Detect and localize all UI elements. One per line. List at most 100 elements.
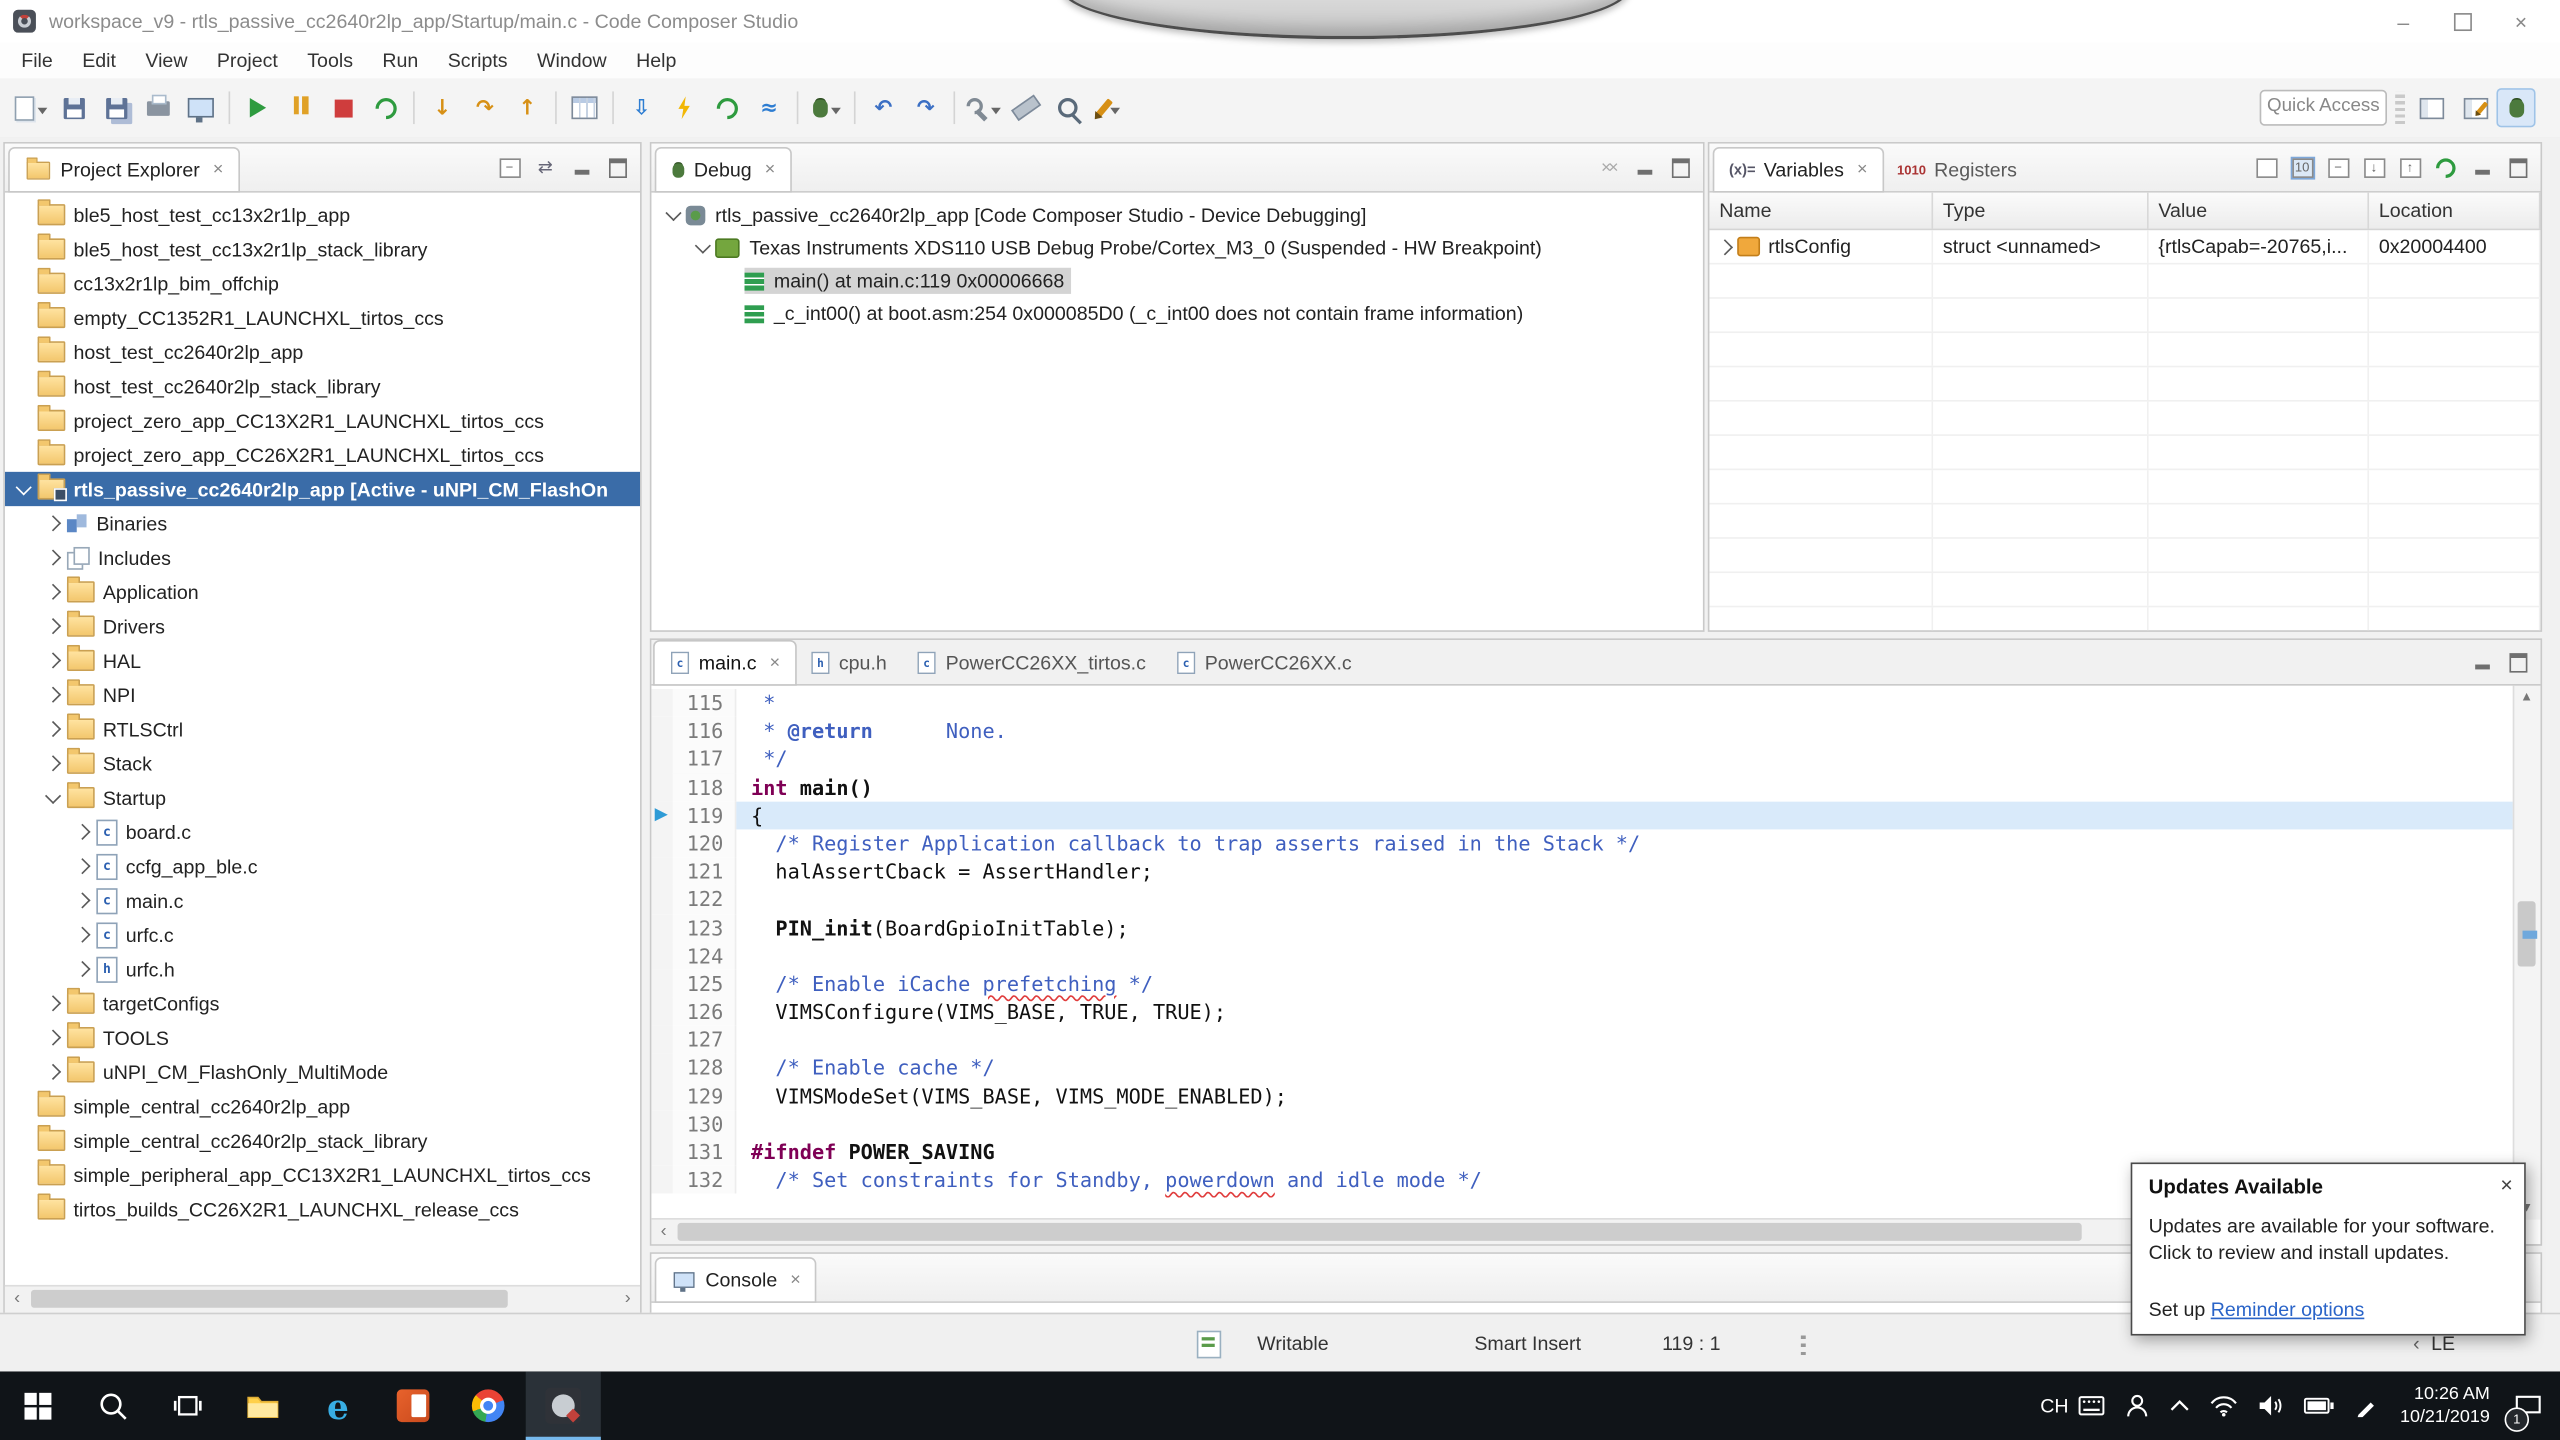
- debug-tree-item[interactable]: main() at main.c:119 0x00006668: [651, 264, 1702, 297]
- code-line[interactable]: 123 PIN_init(BoardGpioInitTable);: [651, 913, 2514, 941]
- hscroll-thumb[interactable]: [31, 1290, 508, 1308]
- tab-registers[interactable]: 1010 Registers: [1882, 149, 2031, 191]
- action-center-icon[interactable]: 1: [2503, 1371, 2554, 1440]
- annotation-gutter[interactable]: [651, 1166, 672, 1194]
- debug-tree-item[interactable]: _c_int00() at boot.asm:254 0x000085D0 (_…: [651, 297, 1702, 330]
- code-line[interactable]: 115 *: [651, 689, 2514, 717]
- menu-file[interactable]: File: [7, 42, 68, 78]
- code-line[interactable]: 130: [651, 1110, 2514, 1138]
- annotation-gutter[interactable]: [651, 913, 672, 941]
- minimize-icon[interactable]: [567, 154, 596, 180]
- scroll-left-icon[interactable]: ‹: [651, 1220, 675, 1244]
- new-file-icon[interactable]: [11, 88, 50, 127]
- annotation-gutter[interactable]: [651, 829, 672, 857]
- chevron-right-icon[interactable]: [70, 895, 94, 906]
- open-display-icon[interactable]: [181, 88, 220, 127]
- code-line[interactable]: 127: [651, 1026, 2514, 1054]
- taskbar-chrome-icon[interactable]: [451, 1371, 526, 1440]
- highlight-icon[interactable]: [1091, 88, 1130, 127]
- tree-item[interactable]: Binaries: [5, 506, 640, 540]
- column-header-location[interactable]: Location: [2369, 193, 2540, 229]
- chevron-down-icon[interactable]: [11, 486, 35, 493]
- editor-tab-main-c[interactable]: cmain.c×: [655, 642, 795, 684]
- debug-tree-item[interactable]: Texas Instruments XDS110 USB Debug Probe…: [651, 232, 1702, 265]
- step-back-icon[interactable]: ↶: [864, 88, 903, 127]
- editor-tab-powercc26xx-tirtos-c[interactable]: cPowerCC26XX_tirtos.c: [901, 642, 1160, 684]
- menu-project[interactable]: Project: [202, 42, 292, 78]
- annotation-gutter[interactable]: [651, 1026, 672, 1054]
- editor-vscrollbar[interactable]: ▲ ▼: [2513, 686, 2541, 1220]
- code-line[interactable]: 121 halAssertCback = AssertHandler;: [651, 857, 2514, 885]
- annotation-gutter[interactable]: [651, 942, 672, 970]
- project-explorer-hscrollbar[interactable]: ‹ ›: [5, 1285, 640, 1313]
- chevron-right-icon[interactable]: [41, 552, 65, 563]
- chevron-right-icon[interactable]: [70, 963, 94, 974]
- chevron-right-icon[interactable]: [70, 826, 94, 837]
- chevron-right-icon[interactable]: [70, 860, 94, 871]
- open-perspective-icon[interactable]: [2411, 88, 2450, 127]
- taskbar-ccs-icon[interactable]: [526, 1371, 601, 1440]
- debug-tree[interactable]: rtls_passive_cc2640r2lp_app [Code Compos…: [651, 193, 1702, 631]
- memory-browser-icon[interactable]: [565, 88, 604, 127]
- tree-item[interactable]: hurfc.h: [5, 952, 640, 986]
- code-line[interactable]: 116 * @return None.: [651, 717, 2514, 745]
- resume-icon[interactable]: [238, 88, 277, 127]
- search-icon[interactable]: [1048, 88, 1087, 127]
- tree-item[interactable]: simple_peripheral_app_CC13X2R1_LAUNCHXL_…: [5, 1158, 640, 1192]
- close-window-button[interactable]: ×: [2492, 0, 2551, 42]
- chevron-right-icon[interactable]: [1717, 238, 1733, 254]
- tree-item[interactable]: Drivers: [5, 609, 640, 643]
- tree-item[interactable]: uNPI_CM_FlashOnly_MultiMode: [5, 1055, 640, 1089]
- tree-item[interactable]: cccfg_app_ble.c: [5, 849, 640, 883]
- annotation-gutter[interactable]: [651, 998, 672, 1026]
- taskbar-file-explorer-icon[interactable]: [225, 1371, 300, 1440]
- chevron-up-icon[interactable]: [2160, 1371, 2199, 1440]
- tree-item[interactable]: rtls_passive_cc2640r2lp_app [Active - uN…: [5, 472, 640, 506]
- column-header-value[interactable]: Value: [2149, 193, 2369, 229]
- taskbar-office-icon[interactable]: [376, 1371, 451, 1440]
- reminder-options-link[interactable]: Reminder options: [2211, 1298, 2365, 1321]
- wifi-icon[interactable]: [2199, 1371, 2248, 1440]
- debug-tree-item[interactable]: rtls_passive_cc2640r2lp_app [Code Compos…: [651, 199, 1702, 232]
- tab-variables[interactable]: (x)= Variables ×: [1714, 149, 1882, 191]
- chevron-right-icon[interactable]: [41, 1066, 65, 1077]
- tab-project-explorer[interactable]: Project Explorer ×: [10, 149, 238, 191]
- menu-scripts[interactable]: Scripts: [433, 42, 522, 78]
- chevron-right-icon[interactable]: [70, 929, 94, 940]
- column-header-type[interactable]: Type: [1933, 193, 2149, 229]
- tree-item[interactable]: ble5_host_test_cc13x2r1lp_app: [5, 198, 640, 232]
- chevron-right-icon[interactable]: [41, 586, 65, 597]
- step-return-icon[interactable]: ↑: [508, 88, 547, 127]
- chevron-down-icon[interactable]: [691, 245, 715, 252]
- debug-config-icon[interactable]: [807, 88, 846, 127]
- code-line[interactable]: 118int main(): [651, 773, 2514, 801]
- restart-icon[interactable]: [366, 88, 405, 127]
- tree-item[interactable]: host_test_cc2640r2lp_app: [5, 335, 640, 369]
- battery-icon[interactable]: [2294, 1371, 2345, 1440]
- close-icon[interactable]: ×: [213, 160, 224, 180]
- taskbar-edge-icon[interactable]: e: [300, 1371, 375, 1440]
- print-icon[interactable]: [139, 88, 178, 127]
- chevron-right-icon[interactable]: [41, 998, 65, 1009]
- terminate-icon[interactable]: [323, 88, 362, 127]
- tree-item[interactable]: Stack: [5, 746, 640, 780]
- load-program-icon[interactable]: ⇩: [622, 88, 661, 127]
- refresh-icon[interactable]: [707, 88, 746, 127]
- maximize-window-button[interactable]: [2433, 0, 2492, 42]
- editor-tab-powercc26xx-c[interactable]: cPowerCC26XX.c: [1161, 642, 1367, 684]
- tree-item[interactable]: project_zero_app_CC26X2R1_LAUNCHXL_tirto…: [5, 438, 640, 472]
- tree-item[interactable]: Startup: [5, 780, 640, 814]
- ccs-debug-perspective-icon[interactable]: [2496, 88, 2535, 127]
- chevron-right-icon[interactable]: [41, 723, 65, 734]
- code-line[interactable]: 120 /* Register Application callback to …: [651, 829, 2514, 857]
- volume-icon[interactable]: [2248, 1371, 2294, 1440]
- chevron-right-icon[interactable]: [41, 655, 65, 666]
- measure-icon[interactable]: [1006, 88, 1045, 127]
- close-icon[interactable]: ×: [2500, 1172, 2512, 1196]
- annotation-gutter[interactable]: [651, 1138, 672, 1166]
- maximize-icon[interactable]: [2503, 649, 2532, 675]
- import-icon[interactable]: ↓: [2359, 154, 2388, 180]
- annotation-gutter[interactable]: [651, 885, 672, 913]
- tree-item[interactable]: simple_central_cc2640r2lp_app: [5, 1089, 640, 1123]
- menu-edit[interactable]: Edit: [68, 42, 131, 78]
